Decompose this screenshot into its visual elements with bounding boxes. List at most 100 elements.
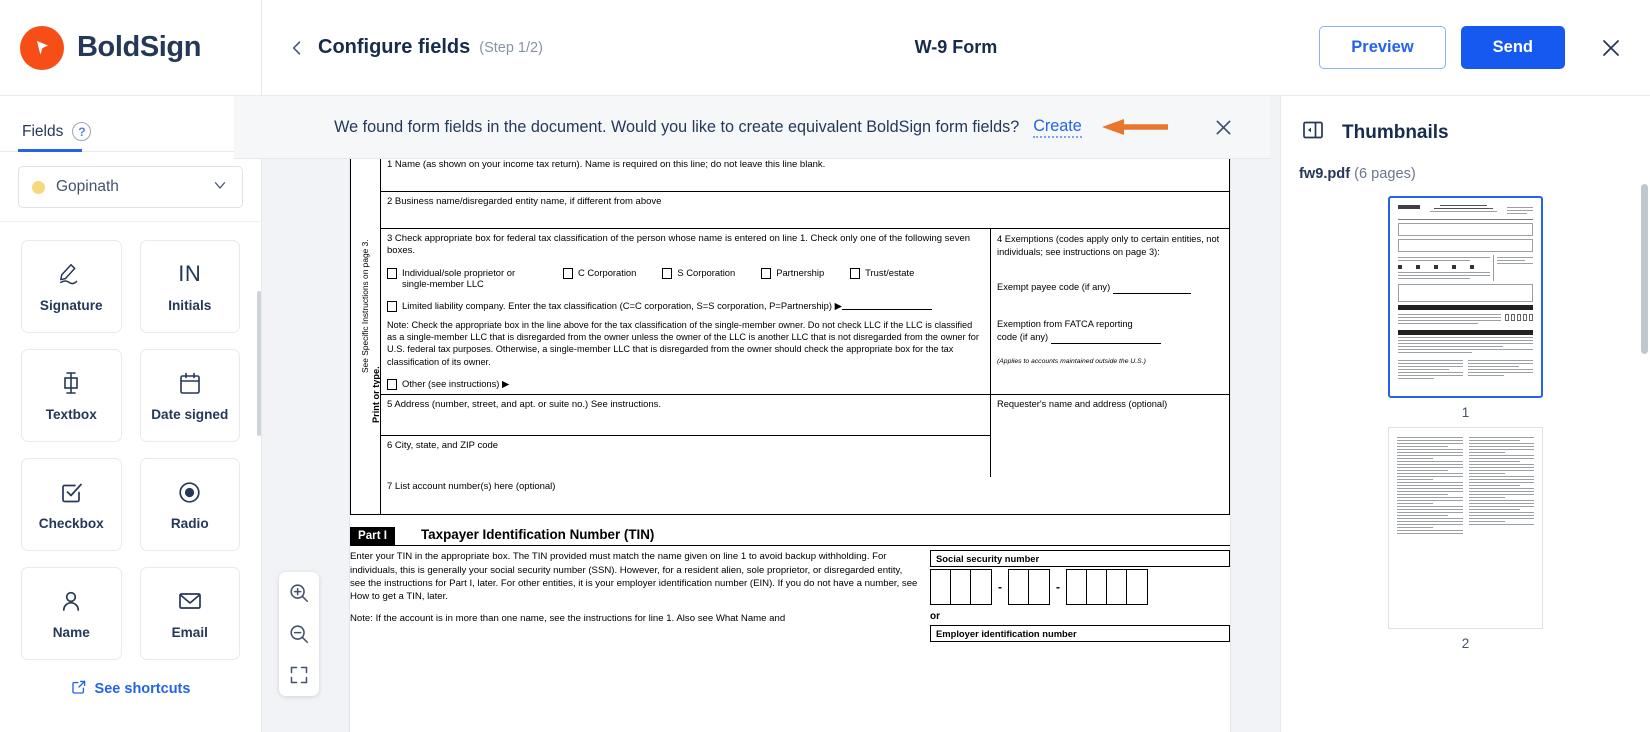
checkbox-square-icon (387, 379, 397, 391)
back-chevron-icon[interactable] (284, 35, 310, 61)
w9-part1-tag: Part I (350, 527, 395, 546)
w9-ssn-group-3[interactable] (1066, 569, 1148, 606)
checkbox-square-icon (850, 267, 861, 279)
w9-ssn-group-1[interactable] (930, 569, 992, 606)
field-tile-textbox[interactable]: Textbox (21, 349, 122, 442)
w9-address-block: 5 Address (number, street, and apt. or s… (381, 395, 1229, 478)
w9-llc-blank-line[interactable] (841, 300, 932, 310)
main-body: Fields ? Gopinath Signature IN Initials … (0, 96, 1650, 732)
initials-icon: IN (178, 261, 202, 286)
create-fields-link[interactable]: Create (1033, 117, 1082, 138)
w9-line-2[interactable]: 2 Business name/disregarded entity name,… (381, 192, 1229, 229)
w9-part1-instructions: Enter your TIN in the appropriate box. T… (350, 551, 918, 625)
checkbox-square-icon (563, 267, 573, 279)
signer-name: Gopinath (56, 178, 119, 195)
banner-close-icon[interactable] (1210, 114, 1236, 140)
thumbnail-item[interactable]: 1 (1281, 196, 1650, 420)
w9-exempt-payee-row: Exempt payee code (if any) (997, 281, 1223, 294)
w9-or-label: or (930, 611, 940, 623)
w9-line-3-4: 3 Check appropriate box for federal tax … (381, 228, 1229, 396)
boldsign-app: BoldSign Configure fields (Step 1/2) W-9… (0, 0, 1650, 732)
top-bar-actions: Preview Send (1319, 26, 1628, 69)
w9-checkbox-partnership[interactable]: Partnership (761, 267, 824, 279)
checkbox-square-icon (662, 267, 673, 279)
preview-button[interactable]: Preview (1319, 26, 1446, 69)
see-shortcuts-label: See shortcuts (94, 681, 191, 697)
brand-logo[interactable]: BoldSign (0, 0, 262, 96)
w9-ssn-group-2[interactable] (1008, 569, 1050, 606)
field-tile-label: Signature (39, 298, 103, 313)
w9-checkbox-trust-estate[interactable]: Trust/estate (850, 267, 914, 279)
w9-ein-label: Employer identification number (930, 625, 1230, 643)
w9-tin-boxes: Social security number - - or Employer i… (930, 550, 1230, 643)
field-tile-radio[interactable]: Radio (139, 458, 240, 551)
field-tile-initials[interactable]: IN Initials (139, 240, 240, 333)
fields-sidebar: Fields ? Gopinath Signature IN Initials … (0, 96, 262, 732)
zoom-controls (279, 572, 319, 696)
signature-pen-icon (56, 260, 86, 288)
w9-fatca-blank[interactable] (1050, 334, 1161, 344)
w9-body: Print or type. See Specific Instructions… (350, 153, 1230, 516)
w9-exempt-payee-blank[interactable] (1112, 284, 1191, 294)
thumbnail-preview (1390, 198, 1541, 396)
thumbnails-header: Thumbnails (1281, 96, 1650, 147)
thumbnails-scrollbar[interactable] (1641, 184, 1648, 354)
w9-part1-note: Note: If the account is in more than one… (350, 613, 786, 625)
top-bar-main: Configure fields (Step 1/2) W-9 Form Pre… (262, 0, 1650, 96)
field-tile-email[interactable]: Email (139, 567, 240, 660)
field-tile-date-signed[interactable]: Date signed (139, 349, 240, 442)
signer-dropdown[interactable]: Gopinath (18, 166, 243, 208)
checkbox-square-icon (761, 267, 772, 279)
w9-line-5[interactable]: 5 Address (number, street, and apt. or s… (381, 395, 990, 437)
thumbnail-page-1[interactable] (1388, 196, 1543, 398)
field-tile-name[interactable]: Name (21, 567, 122, 660)
w9-checkbox-other[interactable]: Other (see instructions) ▶ (387, 378, 958, 391)
w9-line-7[interactable]: 7 List account number(s) here (optional) (381, 477, 1229, 514)
close-icon[interactable] (1594, 31, 1628, 65)
person-icon (59, 587, 83, 615)
w9-line-1[interactable]: 1 Name (as shown on your income tax retu… (381, 155, 1229, 192)
document-viewer: FormW-9 (Rev. October 2018) Department o… (262, 96, 1280, 732)
thumbnails-title: Thumbnails (1342, 121, 1449, 143)
zoom-in-icon[interactable] (286, 580, 312, 606)
field-tile-signature[interactable]: Signature (21, 240, 122, 333)
chevron-down-icon (211, 176, 229, 199)
w9-rows: 1 Name (as shown on your income tax retu… (381, 155, 1229, 515)
thumbnails-file-info: fw9.pdf (6 pages) (1281, 147, 1650, 182)
external-link-icon (71, 679, 87, 699)
thumbnails-file-name: fw9.pdf (1299, 166, 1351, 182)
thumbnails-list[interactable]: 1 2 (1281, 182, 1650, 732)
w9-ssn-input-row[interactable]: - - (930, 569, 1230, 606)
envelope-icon (177, 587, 203, 615)
thumbnail-page-2[interactable] (1388, 427, 1543, 629)
textbox-icon (58, 369, 84, 397)
panel-toggle-icon[interactable] (1301, 118, 1325, 147)
w9-fatca-line1: Exemption from FATCA reporting (997, 318, 1133, 329)
w9-side-label-sub: See Specific Instructions on page 3. (360, 238, 370, 373)
fit-to-screen-icon[interactable] (286, 662, 312, 688)
w9-line-6[interactable]: 6 City, state, and ZIP code (381, 436, 990, 477)
tab-fields[interactable]: Fields (22, 123, 63, 141)
w9-checkbox-llc[interactable]: Limited liability company. Enter the tax… (387, 300, 958, 312)
see-shortcuts-link[interactable]: See shortcuts (0, 670, 261, 699)
w9-checkbox-c-corp[interactable]: C Corporation (563, 267, 636, 279)
w9-page[interactable]: FormW-9 (Rev. October 2018) Department o… (350, 96, 1230, 732)
thumbnails-panel: Thumbnails fw9.pdf (6 pages) 1 2 (1280, 96, 1650, 732)
fields-tab-row: Fields ? (0, 96, 261, 152)
configure-fields-title: Configure fields (318, 36, 471, 58)
w9-part1-body: Enter your TIN in the appropriate box. T… (350, 546, 1230, 643)
question-mark-icon[interactable]: ? (72, 122, 92, 141)
w9-requester-address[interactable]: Requester's name and address (optional) (991, 395, 1229, 477)
w9-checkbox-individual[interactable]: Individual/sole proprietor or single-mem… (387, 267, 537, 289)
sidebar-scrollbar[interactable] (257, 291, 261, 436)
send-button[interactable]: Send (1460, 26, 1565, 69)
document-canvas[interactable]: FormW-9 (Rev. October 2018) Department o… (300, 96, 1280, 732)
w9-side-label: Print or type. See Specific Instructions… (351, 154, 381, 515)
field-tiles-grid: Signature IN Initials Textbox Date signe… (0, 222, 261, 670)
zoom-out-icon[interactable] (286, 621, 312, 647)
field-tile-checkbox[interactable]: Checkbox (21, 458, 122, 551)
w9-checkbox-s-corp[interactable]: S Corporation (662, 267, 735, 279)
signer-selector-wrap: Gopinath (0, 152, 261, 222)
thumbnails-page-count: (6 pages) (1354, 166, 1416, 182)
thumbnail-item[interactable]: 2 (1281, 427, 1650, 651)
